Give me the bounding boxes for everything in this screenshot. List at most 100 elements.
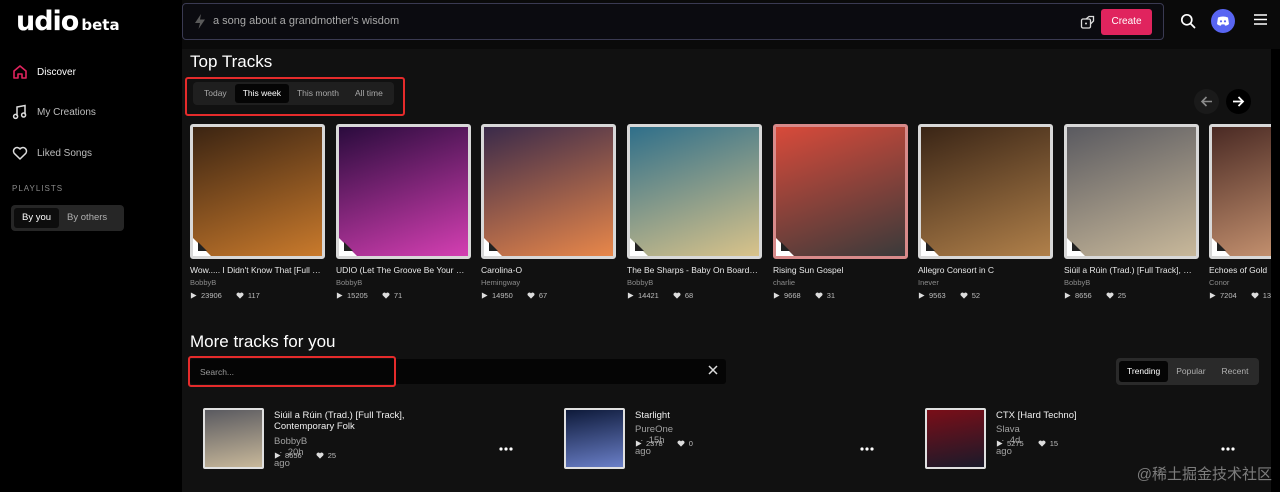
tab-by-you[interactable]: By you <box>14 208 60 228</box>
track-cover[interactable] <box>918 124 1053 259</box>
cover-corner <box>1072 242 1081 251</box>
track-cover[interactable] <box>773 124 908 259</box>
track-title[interactable]: Rising Sun Gospel <box>773 265 906 275</box>
track-title[interactable]: CTX [Hard Techno] <box>996 410 1176 421</box>
track-title[interactable]: Allegro Consort in C <box>918 265 1051 275</box>
play-count: 15205 <box>347 291 368 300</box>
like-count: 13 <box>1262 291 1272 300</box>
sidebar-item-discover[interactable]: Discover <box>12 64 76 80</box>
tab-recent[interactable]: Recent <box>1214 361 1257 382</box>
track-title[interactable]: Carolina-O <box>481 265 614 275</box>
track-title[interactable]: Echoes of Gold <box>1209 265 1280 275</box>
like-count: 25 <box>327 451 337 460</box>
play-count: 2378 <box>646 439 663 448</box>
track-cover[interactable] <box>1064 124 1199 259</box>
play-count: 7204 <box>1220 291 1237 300</box>
sidebar-item-my-creations[interactable]: My Creations <box>12 104 96 120</box>
track-card[interactable]: Echoes of Gold Conor 7204 13 <box>1209 124 1280 300</box>
track-title[interactable]: Siúil a Rúin (Trad.) [Full Track], Conte… <box>274 410 454 432</box>
track-card[interactable]: The Be Sharps - Baby On Board, The Simps… <box>627 124 762 300</box>
prompt-input[interactable]: a song about a grandmother's wisdom <box>213 15 399 27</box>
track-card[interactable]: Carolina-O Hemingway 14950 67 <box>481 124 616 300</box>
track-artist[interactable]: Slava <box>996 424 1020 435</box>
track-card[interactable]: Allegro Consort in C Inever 9563 52 <box>918 124 1053 300</box>
like-count: 15 <box>1049 439 1059 448</box>
like-count: 52 <box>971 291 981 300</box>
track-title[interactable]: The Be Sharps - Baby On Board, The Simps… <box>627 265 760 275</box>
play-count: 23906 <box>201 291 222 300</box>
track-title[interactable]: UDIO (Let The Groove Be Your Guide) <box>336 265 469 275</box>
like-count: 25 <box>1117 291 1127 300</box>
track-artist[interactable]: BobbyB <box>336 278 471 287</box>
play-icon <box>627 292 634 299</box>
tab-by-others[interactable]: By others <box>59 208 115 228</box>
home-icon <box>13 65 27 79</box>
prompt-bar[interactable]: a song about a grandmother's wisdom Crea… <box>182 3 1164 40</box>
prev-button[interactable] <box>1194 89 1219 114</box>
cover-corner <box>198 242 207 251</box>
track-card[interactable]: UDIO (Let The Groove Be Your Guide) Bobby… <box>336 124 471 300</box>
play-icon <box>635 440 642 447</box>
like-count: 68 <box>684 291 694 300</box>
cover-corner <box>489 242 498 251</box>
track-artist[interactable]: BobbyB <box>1064 278 1199 287</box>
heart-icon <box>960 292 968 299</box>
sidebar: udio beta Discover My Creations Liked So… <box>0 0 182 492</box>
track-artist[interactable]: BobbyB <box>190 278 325 287</box>
track-cover[interactable] <box>336 124 471 259</box>
bolt-icon <box>195 14 205 29</box>
track-title[interactable]: Starlight <box>635 410 815 421</box>
like-count: 117 <box>247 291 260 300</box>
play-icon <box>1064 292 1071 299</box>
dice-icon[interactable] <box>1080 15 1095 30</box>
create-button[interactable]: Create <box>1101 9 1152 35</box>
heart-icon <box>316 452 324 459</box>
track-cover[interactable] <box>627 124 762 259</box>
play-count: 5275 <box>1007 439 1024 448</box>
next-button[interactable] <box>1226 89 1251 114</box>
scrollbar[interactable] <box>1271 49 1280 492</box>
like-count: 0 <box>688 439 693 448</box>
track-card[interactable]: Rising Sun Gospel charlie 9668 31 <box>773 124 908 300</box>
track-title[interactable]: Wow..... I Didn't Know That [Full Track] <box>190 265 323 275</box>
track-cover[interactable] <box>481 124 616 259</box>
track-cover[interactable] <box>203 408 264 469</box>
track-stats: 9563 52 <box>918 291 1053 300</box>
track-artist[interactable]: BobbyB <box>274 436 307 447</box>
track-artist[interactable]: Inever <box>918 278 1053 287</box>
track-card[interactable]: Siúil a Rúin (Trad.) [Full Track], Conte… <box>1064 124 1199 300</box>
more-options-icon[interactable] <box>860 438 874 451</box>
track-stats: 9668 31 <box>773 291 908 300</box>
track-artist[interactable]: BobbyB <box>627 278 762 287</box>
discord-icon[interactable] <box>1211 9 1235 33</box>
track-artist[interactable]: PureOne <box>635 424 673 435</box>
udio-logo[interactable]: udio beta <box>16 6 120 37</box>
search-icon[interactable] <box>1180 13 1196 29</box>
play-count: 14950 <box>492 291 513 300</box>
track-artist[interactable]: Conor <box>1209 278 1280 287</box>
track-artist[interactable]: charlie <box>773 278 908 287</box>
track-cover[interactable] <box>1209 124 1280 259</box>
heart-icon <box>1038 440 1046 447</box>
heart-icon <box>815 292 823 299</box>
sidebar-item-label: My Creations <box>37 106 96 118</box>
track-artist[interactable]: Hemingway <box>481 278 616 287</box>
track-card[interactable]: Wow..... I Didn't Know That [Full Track]… <box>190 124 325 300</box>
tab-popular[interactable]: Popular <box>1168 361 1213 382</box>
track-cover[interactable] <box>564 408 625 469</box>
track-cover[interactable] <box>925 408 986 469</box>
close-icon[interactable] <box>708 365 718 375</box>
logo-text: udio <box>16 6 79 37</box>
more-options-icon[interactable] <box>499 438 513 451</box>
tab-trending[interactable]: Trending <box>1119 361 1169 382</box>
like-count: 67 <box>538 291 548 300</box>
heart-icon <box>677 440 685 447</box>
track-stats: 8656 25 <box>1064 291 1199 300</box>
cover-corner <box>635 242 644 251</box>
menu-icon[interactable] <box>1254 14 1267 25</box>
heart-icon <box>382 292 390 299</box>
track-cover[interactable] <box>190 124 325 259</box>
track-title[interactable]: Siúil a Rúin (Trad.) [Full Track], Conte… <box>1064 265 1197 275</box>
more-options-icon[interactable] <box>1221 438 1235 451</box>
sidebar-item-liked-songs[interactable]: Liked Songs <box>12 145 92 161</box>
